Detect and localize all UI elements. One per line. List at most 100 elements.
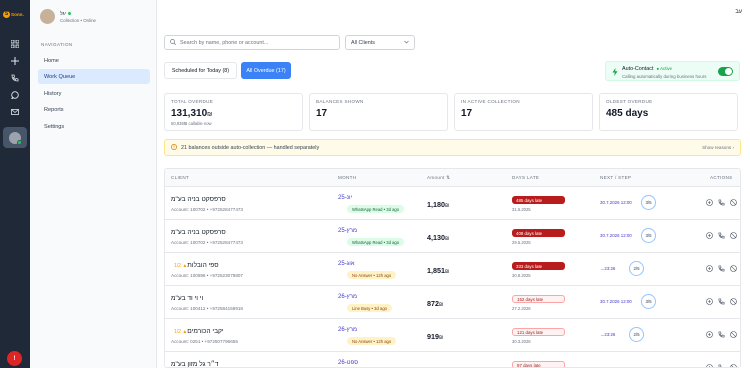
add-icon[interactable] [706, 364, 713, 367]
table-row[interactable]: יקבי הכורמים▲ 1/2 Account: 0251 • +972507… [165, 319, 740, 352]
add-icon[interactable] [706, 331, 713, 338]
block-icon[interactable] [730, 232, 737, 239]
client-name-text: יקבי הכורמים [187, 328, 224, 335]
tab-scheduled-today[interactable]: Scheduled for Today (8) [164, 62, 237, 79]
month-link[interactable]: אוג-25 [338, 261, 355, 267]
search-input[interactable] [180, 39, 330, 46]
chevron-down-icon [404, 40, 409, 46]
tab-all-overdue[interactable]: All Overdue (17) [241, 62, 291, 79]
table-row[interactable]: ד״ר גל מזון בע"מ ספט-26 97 days late [165, 352, 740, 368]
amount-value: 872 [427, 299, 439, 308]
next-contact-time: 30.7.2026 12:00 [600, 233, 632, 238]
profile[interactable]: יגל Collection • Online [40, 9, 96, 24]
add-icon[interactable] [706, 298, 713, 305]
currency-symbol: ₪ [439, 302, 444, 308]
days-late-badge: 408 days late [512, 229, 565, 237]
contact-status-badge: WhatsApp Read • 3d ago [347, 205, 405, 213]
add-icon[interactable] [706, 232, 713, 239]
month-link[interactable]: מרץ-26 [338, 294, 357, 300]
stat-label: IN ACTIVE COLLECTION [461, 99, 520, 104]
chat-icon[interactable] [9, 89, 21, 101]
table-row[interactable]: סרפסקט בניה בע"מ Account: 100702 • +97252… [165, 220, 740, 253]
client-name[interactable]: סרפסקט בניה בע"מ [171, 196, 226, 203]
month-link[interactable]: ספט-26 [338, 360, 358, 366]
amount-value: 919 [427, 332, 439, 341]
client-filter-select[interactable]: All Clients [345, 35, 415, 50]
client-account: Account: 0251 • +972507796655 [171, 339, 238, 344]
client-account: Account: 100412 • +972584159918 [171, 306, 243, 311]
overdue-table: CLIENT MONTH Amount ⇅ DAYS LATE NEXT / S… [164, 168, 741, 368]
language-toggle[interactable]: עב [735, 9, 742, 15]
phone-icon[interactable] [718, 331, 725, 338]
app-logo[interactable]: S Sonn. [3, 9, 28, 19]
auto-contact-toggle[interactable] [718, 67, 733, 76]
main-content: עב All Clients Scheduled for Today (8) A… [157, 0, 750, 368]
stat-card-active-collection: IN ACTIVE COLLECTION 17 [454, 93, 593, 131]
days-late-badge: 97 days late [512, 361, 565, 367]
stat-label: TOTAL OVERDUE [171, 99, 214, 104]
show-reasons-link[interactable]: Show reasons › [702, 145, 734, 150]
next-contact-time: →23:26 [600, 332, 616, 337]
client-name-text: ד״ר גל מזון בע"מ [171, 361, 219, 368]
client-name[interactable]: סרפסקט בניה בע"מ [171, 229, 226, 236]
client-name[interactable]: ספי הובלות▲ 1/2 [171, 262, 219, 269]
row-actions [706, 265, 737, 272]
phone-icon[interactable] [718, 265, 725, 272]
show-reasons-label: Show reasons [702, 145, 732, 150]
add-icon[interactable] [706, 265, 713, 272]
online-indicator [17, 139, 22, 145]
table-row[interactable]: ספי הובלות▲ 1/2 Account: 100596 • +972523… [165, 253, 740, 286]
step-progress-ring: 3/5 [641, 294, 656, 309]
client-name[interactable]: יקבי הכורמים▲ 1/2 [171, 328, 224, 335]
month-link[interactable]: יונ-25 [338, 195, 352, 201]
amount-value: 1,851 [427, 266, 445, 275]
nav-item-history[interactable]: History [38, 86, 150, 101]
block-icon[interactable] [730, 298, 737, 305]
table-row[interactable]: וי וי וד בע"מ Account: 100412 • +97258415… [165, 286, 740, 319]
phone-icon[interactable] [718, 298, 725, 305]
currency-symbol: ₪ [445, 236, 450, 242]
nav-item-settings[interactable]: Settings [38, 119, 150, 134]
th-amount[interactable]: Amount ⇅ [427, 175, 450, 181]
stat-card-balances-shown: BALANCES SHOWN 17 [309, 93, 448, 131]
alert-badge[interactable]: ! [7, 351, 22, 366]
currency-symbol: ₪ [207, 112, 213, 118]
amount-value: 4,130 [427, 233, 445, 242]
phone-icon[interactable] [9, 72, 21, 84]
plus-icon[interactable] [9, 55, 21, 67]
step-progress-ring: 2/5 [629, 327, 644, 342]
nav-item-reports[interactable]: Reports [38, 102, 150, 117]
client-account: Account: 100702 • +972528477473 [171, 207, 243, 212]
month-link[interactable]: מרץ-25 [338, 228, 357, 234]
client-name[interactable]: וי וי וד בע"מ [171, 295, 203, 302]
table-row[interactable]: סרפסקט בניה בע"מ Account: 100702 • +97252… [165, 187, 740, 220]
banner-text: 21 balances outside auto-collection — ha… [181, 144, 320, 151]
client-name[interactable]: ד״ר גל מזון בע"מ [171, 361, 219, 368]
add-icon[interactable] [706, 199, 713, 206]
bolt-icon [612, 68, 618, 78]
next-contact-time: →23:26 [600, 266, 616, 271]
days-late-badge: 333 days late [512, 262, 565, 270]
phone-icon[interactable] [718, 199, 725, 206]
block-icon[interactable] [730, 331, 737, 338]
rail-profile-button[interactable] [3, 127, 27, 148]
search-box[interactable] [164, 35, 340, 50]
block-icon[interactable] [730, 265, 737, 272]
mail-icon[interactable] [9, 106, 21, 118]
stat-card-oldest-overdue: OLDEST OVERDUE 485 days [599, 93, 738, 131]
grid-icon[interactable] [9, 38, 21, 50]
month-link[interactable]: מרץ-26 [338, 327, 357, 333]
nav-item-home[interactable]: Home [38, 53, 150, 68]
currency-symbol: ₪ [445, 203, 450, 209]
next-contact-time: 30.7.2026 12:00 [600, 299, 632, 304]
row-actions [706, 364, 737, 367]
phone-icon[interactable] [718, 232, 725, 239]
phone-icon[interactable] [718, 364, 725, 367]
auto-contact-panel: Auto-Contact ● Active Calling automatical… [605, 61, 740, 81]
due-date: 30.3.2026 [512, 339, 531, 344]
block-icon[interactable] [730, 364, 737, 367]
block-icon[interactable] [730, 199, 737, 206]
toggle-knob [725, 68, 732, 75]
nav-item-work-queue[interactable]: Work Queue [38, 69, 150, 84]
table-header: CLIENT MONTH Amount ⇅ DAYS LATE NEXT / S… [165, 169, 740, 187]
